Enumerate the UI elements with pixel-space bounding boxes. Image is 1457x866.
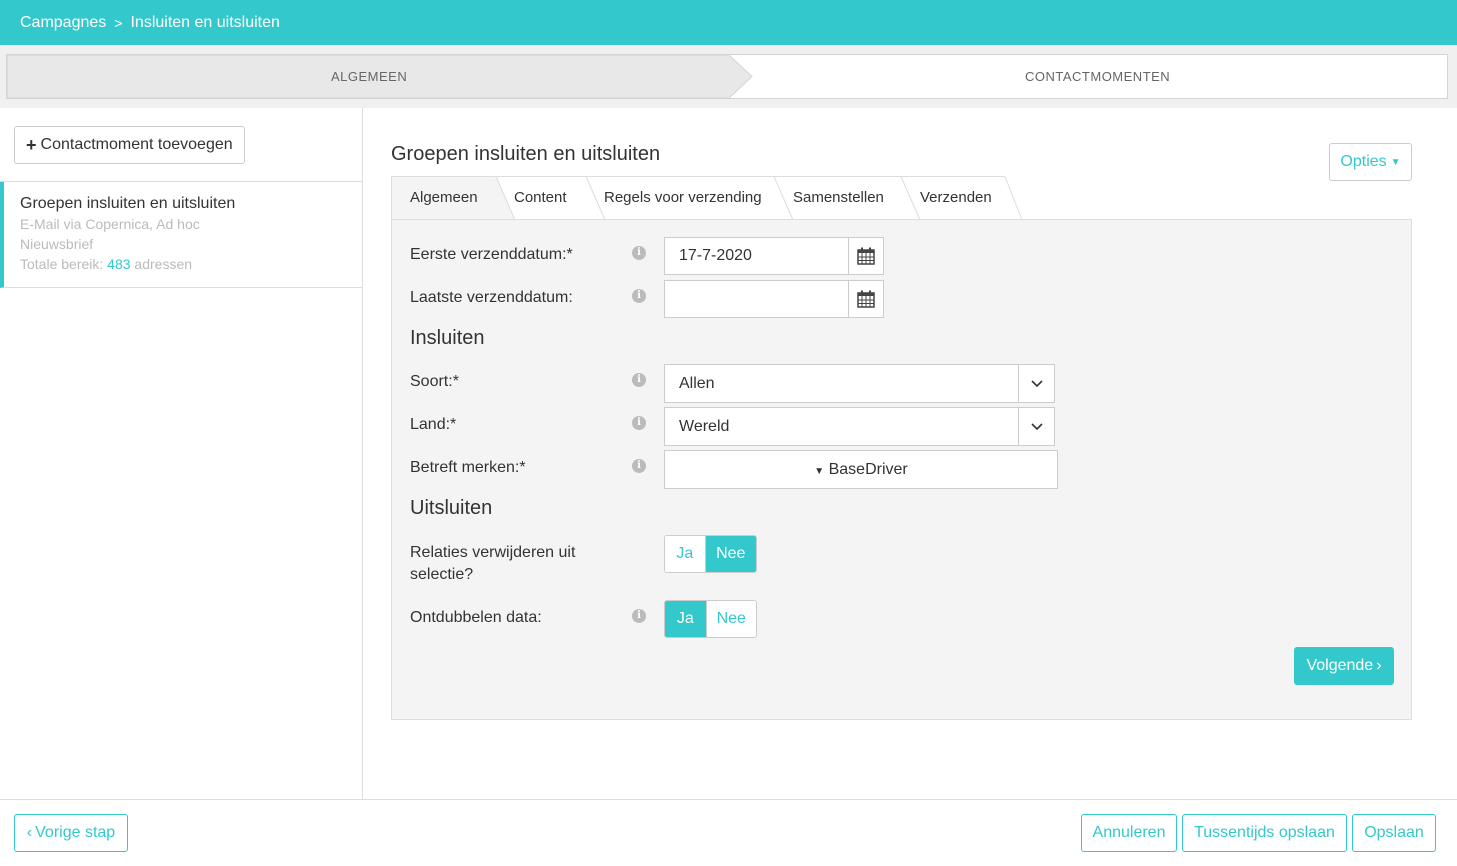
merken-label: Betreft merken:* — [410, 459, 526, 476]
last-date-label: Laatste verzenddatum: — [410, 289, 573, 306]
breadcrumb-campagnes[interactable]: Campagnes — [20, 14, 106, 32]
add-contactmoment-button[interactable]: + Contactmoment toevoegen — [14, 126, 245, 164]
chevron-down-icon — [1018, 365, 1054, 402]
calendar-icon[interactable] — [848, 237, 884, 275]
sidebar: + Contactmoment toevoegen Groepen inslui… — [0, 108, 363, 800]
merken-value: BaseDriver — [828, 461, 908, 478]
include-section-heading: Insluiten — [410, 327, 485, 349]
tab-algemeen[interactable]: Algemeen — [410, 176, 478, 220]
relaties-label-line2: selectie? — [410, 566, 474, 583]
merken-multiselect[interactable]: ▼ BaseDriver — [664, 450, 1058, 489]
step-contactmomenten[interactable]: CONTACTMOMENTEN — [1025, 55, 1170, 98]
sidebar-item-line1: E-Mail via Copernica, Ad hoc — [20, 216, 200, 232]
info-icon[interactable]: i — [632, 246, 646, 260]
top-bar: Campagnes > Insluiten en uitsluiten — [0, 0, 1457, 45]
info-icon[interactable]: i — [632, 459, 646, 473]
plus-icon: + — [26, 134, 37, 155]
relaties-nee-option[interactable]: Nee — [705, 536, 756, 572]
calendar-glyph — [857, 247, 875, 265]
footer-bar: ‹ Vorige stap Annuleren Tussentijds opsl… — [0, 799, 1457, 866]
save-button[interactable]: Opslaan — [1352, 814, 1436, 852]
info-icon[interactable]: i — [632, 373, 646, 387]
step-algemeen[interactable]: ALGEMEEN — [7, 55, 753, 98]
ontdubbelen-nee-option[interactable]: Nee — [705, 601, 756, 637]
page-title: Groepen insluiten en uitsluiten — [391, 143, 661, 165]
chevron-right-icon: › — [1376, 657, 1382, 674]
info-icon[interactable]: i — [632, 416, 646, 430]
step-algemeen-label: ALGEMEEN — [331, 69, 408, 84]
previous-step-label: Vorige stap — [35, 824, 116, 841]
breadcrumb-separator: > — [114, 14, 123, 31]
save-draft-button[interactable]: Tussentijds opslaan — [1182, 814, 1347, 852]
steps-bar: ALGEMEEN CONTACTMOMENTEN — [0, 45, 1457, 108]
relaties-ja-option[interactable]: Ja — [665, 536, 706, 572]
tab-content[interactable]: Content — [514, 176, 567, 220]
sidebar-item-reach: Totale bereik: 483 adressen — [20, 254, 362, 274]
first-date-label: Eerste verzenddatum:* — [410, 246, 573, 263]
calendar-glyph — [857, 290, 875, 308]
previous-step-button[interactable]: ‹ Vorige stap — [14, 814, 128, 852]
caret-down-icon: ▼ — [1390, 156, 1401, 168]
ontdubbelen-ja-option[interactable]: Ja — [665, 601, 706, 637]
options-label: Opties — [1340, 153, 1387, 170]
reach-prefix: Totale bereik: — [20, 256, 104, 272]
ontdubbelen-label: Ontdubbelen data: — [410, 609, 542, 626]
land-value: Wereld — [679, 418, 730, 435]
ontdubbelen-toggle: Ja Nee — [664, 600, 757, 638]
calendar-icon[interactable] — [848, 280, 884, 318]
tab-samenstellen[interactable]: Samenstellen — [793, 176, 884, 220]
caret-down-icon: ▼ — [814, 466, 825, 477]
next-label: Volgende — [1306, 657, 1374, 674]
land-select[interactable]: Wereld — [664, 407, 1055, 446]
relaties-label-line1: Relaties verwijderen uit — [410, 544, 576, 561]
exclude-section-heading: Uitsluiten — [410, 497, 493, 519]
soort-label: Soort:* — [410, 373, 459, 390]
next-button[interactable]: Volgende › — [1294, 647, 1394, 685]
wizard-steps: ALGEMEEN CONTACTMOMENTEN — [6, 54, 1448, 99]
sidebar-item-line2: Nieuwsbrief — [20, 236, 94, 252]
land-label: Land:* — [410, 416, 457, 433]
tab-verzenden[interactable]: Verzenden — [920, 176, 992, 220]
chevron-down-icon — [1018, 408, 1054, 445]
breadcrumb-current: Insluiten en uitsluiten — [130, 13, 280, 31]
soort-value: Allen — [679, 375, 715, 392]
reach-suffix: adressen — [134, 256, 193, 272]
first-date-input[interactable]: 17-7-2020 — [664, 237, 850, 275]
tab-regels-voor-verzending[interactable]: Regels voor verzending — [604, 176, 762, 220]
sidebar-item-contactmoment[interactable]: Groepen insluiten en uitsluiten E-Mail v… — [0, 182, 362, 288]
options-dropdown-button[interactable]: Opties ▼ — [1329, 143, 1412, 181]
reach-count-link[interactable]: 483 — [107, 256, 130, 272]
relaties-toggle: Ja Nee — [664, 535, 757, 573]
last-date-input[interactable] — [664, 280, 850, 318]
info-icon[interactable]: i — [632, 289, 646, 303]
info-icon[interactable]: i — [632, 609, 646, 623]
sidebar-item-title: Groepen insluiten en uitsluiten — [20, 195, 236, 212]
chevron-left-icon: ‹ — [26, 824, 33, 841]
cancel-button[interactable]: Annuleren — [1081, 814, 1177, 852]
add-contactmoment-label: Contactmoment toevoegen — [40, 136, 233, 153]
soort-select[interactable]: Allen — [664, 364, 1055, 403]
